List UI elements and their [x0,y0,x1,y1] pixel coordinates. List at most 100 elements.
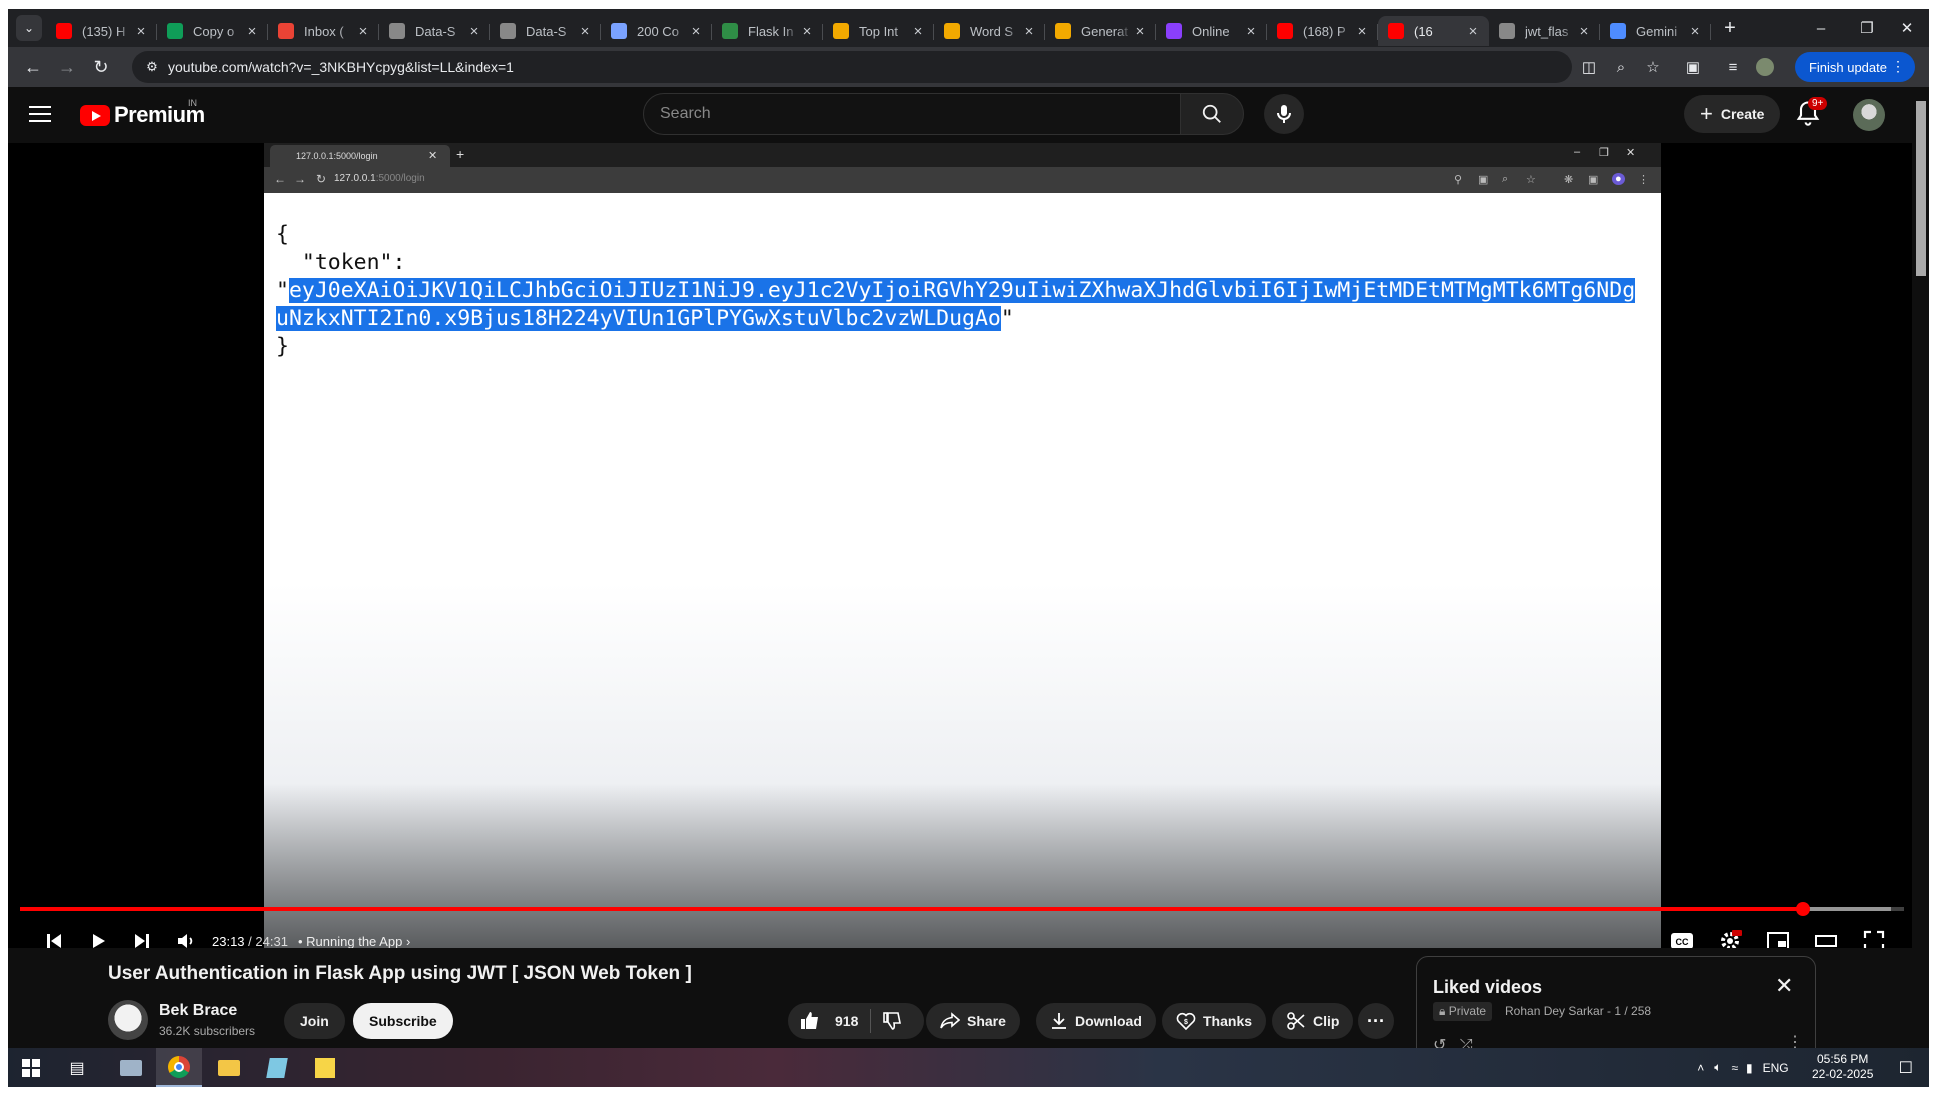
recorded-url-host: 127.0.0.1 [334,173,376,184]
thanks-button[interactable]: $ Thanks [1162,1003,1267,1039]
recorded-tab: 127.0.0.1:5000/login ✕ [270,145,450,167]
task-view-icon: ▤ [69,1059,85,1077]
privacy-badge: 🔒︎ Private [1433,1002,1493,1021]
tab-title: Online [1192,23,1230,39]
site-icon [944,23,960,39]
notification-center-icon[interactable]: ☐ [1899,1058,1913,1078]
browser-tab[interactable]: jwt_flas × [1489,16,1600,46]
taskbar-app-file-icon[interactable] [108,1048,154,1087]
taskbar-sticky-notes[interactable] [302,1048,348,1087]
more-actions-button[interactable]: ··· [1358,1003,1394,1039]
browser-tab[interactable]: Word S × [934,16,1045,46]
account-avatar[interactable] [1853,99,1885,131]
install-app-icon[interactable]: ◫ [1573,51,1605,83]
playlist-title[interactable]: Liked videos [1433,977,1542,998]
browser-tab[interactable]: Gemini × [1600,16,1711,46]
tab-title: Copy o [193,23,235,39]
new-tab-button[interactable]: + [1715,17,1745,40]
video-player[interactable]: 127.0.0.1:5000/login ✕ + – ❐ ✕ ← → ↻ 127.… [8,143,1912,952]
tab-close-icon[interactable]: × [688,23,704,40]
clock[interactable]: 05:56 PM 22-02-2025 [1812,1052,1873,1082]
tab-close-icon[interactable]: × [133,23,149,40]
browser-tab[interactable]: Generat × [1045,16,1156,46]
search-input[interactable]: Search [643,93,1181,135]
browser-tab[interactable]: Online × [1156,16,1267,46]
tray-overflow-icon[interactable]: ˄ [1697,1061,1704,1075]
channel-avatar[interactable] [108,1000,148,1040]
browser-tab[interactable]: Inbox (× [268,16,379,46]
taskbar-file-explorer[interactable] [206,1048,252,1087]
tab-close-icon[interactable]: × [1243,23,1259,40]
speaker-icon[interactable]: 🔈︎ [1714,1060,1721,1075]
browser-tab[interactable]: (16 × [1378,16,1489,46]
tab-close-icon[interactable]: × [577,23,593,40]
tab-close-icon[interactable]: × [1576,23,1592,40]
voice-search-button[interactable] [1264,94,1304,134]
country-code: IN [188,98,197,108]
app-window-icon [120,1059,142,1076]
site-info-icon[interactable]: ⚙ [138,59,166,75]
share-button[interactable]: Share [926,1003,1020,1039]
browser-tab[interactable]: (168) P × [1267,16,1378,46]
clock-time: 05:56 PM [1817,1052,1869,1066]
tab-close-icon[interactable]: × [244,23,260,40]
close-icon[interactable]: ✕ [1775,973,1793,999]
progress-bar[interactable] [20,902,1904,916]
tab-close-icon[interactable]: × [355,23,371,40]
task-view-button[interactable]: ▤ [54,1048,100,1087]
battery-icon[interactable]: ▮ [1746,1061,1753,1075]
kebab-menu-icon[interactable]: ⋮ [1891,58,1905,75]
search-button[interactable] [1180,93,1244,135]
tab-close-icon[interactable]: × [910,23,926,40]
browser-tab[interactable]: Data-S × [379,16,490,46]
profile-avatar-icon[interactable] [1749,51,1781,83]
hamburger-menu-icon[interactable] [26,101,54,129]
media-control-icon[interactable]: ≡ [1717,51,1749,83]
page-scrollbar[interactable] [1912,87,1929,1037]
taskbar-notepad[interactable] [254,1048,300,1087]
forward-icon[interactable]: → [50,51,84,83]
browser-tab[interactable]: Top Int × [823,16,934,46]
taskbar-chrome[interactable] [156,1048,202,1087]
recorded-star-icon: ☆ [1526,174,1536,186]
zoom-icon[interactable]: ⌕ [1605,51,1637,83]
browser-tab[interactable]: 200 Co × [601,16,712,46]
like-dislike-group: 918 [788,1003,925,1039]
scrollbar-thumb[interactable] [1916,101,1926,276]
dislike-button[interactable] [871,1003,924,1039]
subscribe-button[interactable]: Subscribe [353,1003,453,1039]
tab-search-chevron-icon[interactable]: ⌄ [16,15,42,41]
like-button[interactable]: 918 [788,1003,870,1039]
browser-tab[interactable]: Data-S × [490,16,601,46]
finish-update-button[interactable]: Finish update ⋮ [1794,52,1915,82]
tab-close-icon[interactable]: × [1687,23,1703,40]
tab-close-icon[interactable]: × [1465,23,1481,40]
clip-button[interactable]: Clip [1272,1003,1354,1039]
bookmark-star-icon[interactable]: ☆ [1637,51,1669,83]
reload-icon[interactable]: ↻ [84,51,118,83]
youtube-premium-logo[interactable]: Premium IN [80,98,205,128]
wifi-icon[interactable]: ≈ [1731,1061,1738,1075]
browser-tab[interactable]: Flask In × [712,16,823,46]
tab-close-icon[interactable]: × [799,23,815,40]
create-button[interactable]: + Create [1684,95,1781,133]
join-button[interactable]: Join [284,1003,345,1039]
tab-close-icon[interactable]: × [466,23,482,40]
address-bar[interactable]: ⚙ youtube.com/watch?v=_3NKBHYcpyg&list=L… [132,51,1572,83]
browser-tab[interactable]: Copy o × [157,16,268,46]
chapter-title[interactable]: • Running the App › [298,934,410,949]
extensions-icon[interactable]: ▣ [1677,51,1709,83]
minimize-icon[interactable]: – [1798,9,1844,47]
tab-close-icon[interactable]: × [1021,23,1037,40]
close-window-icon[interactable]: ✕ [1884,9,1929,47]
download-label: Download [1075,1013,1142,1029]
tab-close-icon[interactable]: × [1132,23,1148,40]
channel-name[interactable]: Bek Brace [159,1002,237,1020]
back-icon[interactable]: ← [16,51,50,83]
language-indicator[interactable]: ENG [1763,1061,1789,1075]
browser-tab[interactable]: (135) H × [46,16,157,46]
json-quote-open: " [276,278,289,303]
start-button[interactable] [8,1048,54,1087]
download-button[interactable]: Download [1036,1003,1156,1039]
tab-close-icon[interactable]: × [1354,23,1370,40]
